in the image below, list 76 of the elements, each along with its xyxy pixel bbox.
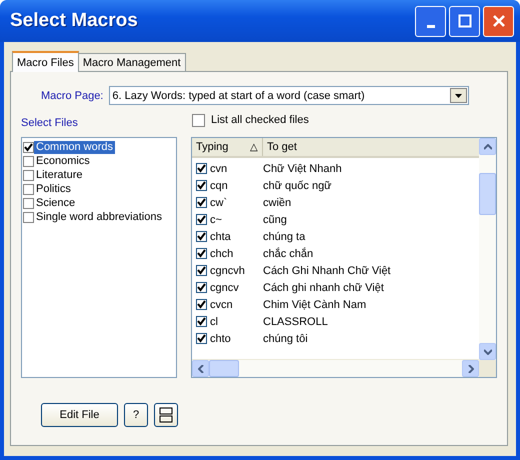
file-item[interactable]: Economics — [34, 154, 92, 168]
table-cell-text: c~ — [210, 214, 223, 226]
file-item[interactable]: Literature — [34, 168, 84, 182]
table-cell: CLASSROLL — [263, 316, 328, 328]
scroll-thumb[interactable] — [209, 360, 239, 377]
minimize-icon — [426, 24, 434, 28]
vertical-scrollbar[interactable] — [479, 138, 496, 377]
table-cell: cũng — [263, 214, 287, 226]
scroll-thumb[interactable] — [479, 173, 496, 215]
checkbox[interactable] — [23, 142, 34, 152]
table-cell: Cách ghi nhanh chữ Việt — [263, 282, 384, 294]
table-cell-text: cvn — [210, 162, 228, 174]
checkbox[interactable] — [196, 333, 207, 344]
tab[interactable]: Macro Management — [78, 53, 186, 71]
table-cell-text: cw` — [210, 196, 228, 208]
column-header[interactable]: Typing △ — [192, 138, 263, 156]
split-view-icon — [159, 407, 173, 423]
minimize-button[interactable] — [415, 6, 446, 36]
dropdown-arrow-icon — [455, 94, 462, 98]
column-header[interactable]: To get — [263, 138, 479, 156]
checkbox[interactable] — [196, 197, 207, 208]
scrollbar-corner — [479, 360, 496, 377]
scroll-up-button[interactable] — [479, 138, 496, 155]
layout-button[interactable] — [154, 403, 178, 427]
file-item[interactable]: Single word abbreviations — [34, 210, 164, 224]
table-cell: chúng ta — [263, 230, 306, 242]
table-cell: chắc chắn — [263, 248, 314, 260]
table-cell: chúng tôi — [263, 332, 308, 344]
checkbox[interactable] — [23, 198, 34, 208]
select-files-label: Select Files — [21, 117, 79, 129]
scroll-right-button[interactable] — [462, 360, 479, 377]
checkbox[interactable] — [23, 170, 34, 180]
maximize-icon — [458, 14, 472, 28]
checkbox[interactable] — [23, 184, 34, 194]
checkbox[interactable] — [196, 248, 207, 259]
help-button[interactable]: ? — [124, 403, 148, 427]
checkbox[interactable] — [23, 212, 34, 222]
checkbox[interactable] — [196, 214, 207, 225]
checkbox[interactable] — [196, 231, 207, 242]
checkbox[interactable] — [23, 156, 34, 166]
table-cell-text: chch — [210, 248, 234, 260]
file-item[interactable]: Common words — [34, 140, 116, 154]
checkbox[interactable] — [196, 180, 207, 191]
file-item[interactable]: Science — [34, 196, 78, 210]
tab[interactable]: Macro Files — [12, 51, 79, 72]
checkbox[interactable] — [196, 316, 207, 327]
table-cell-text: cgncv — [210, 282, 240, 294]
table-cell-text: cqn — [210, 180, 229, 192]
table-cell-text: cvcn — [210, 298, 234, 310]
macro-page-dropdown[interactable]: 6. Lazy Words: typed at start of a word (case smart) — [109, 86, 470, 105]
table-cell: cwiền — [263, 196, 292, 208]
edit-file-button[interactable]: Edit File — [41, 403, 118, 427]
close-icon — [492, 14, 506, 28]
sort-mark: △ — [250, 141, 258, 153]
checkbox-label: List all checked files — [211, 114, 309, 126]
checkbox[interactable] — [192, 114, 205, 126]
checkbox[interactable] — [196, 282, 207, 293]
horizontal-scrollbar[interactable] — [192, 359, 479, 377]
maximize-button[interactable] — [449, 6, 480, 36]
table-cell: Chữ Việt Nhanh — [263, 162, 342, 174]
checkbox[interactable] — [196, 265, 207, 276]
scroll-left-button[interactable] — [192, 360, 209, 377]
table-cell: Cách Ghi Nhanh Chữ Việt — [263, 264, 391, 276]
checkbox[interactable] — [196, 163, 207, 174]
table-cell-text: cgncvh — [210, 264, 246, 276]
table-cell-text: chta — [210, 230, 232, 242]
window-title: Select Macros — [10, 10, 138, 32]
file-item[interactable]: Politics — [34, 182, 73, 196]
table-cell-text: cl — [210, 316, 219, 328]
checkbox[interactable] — [196, 299, 207, 310]
table-cell-text: chto — [210, 332, 232, 344]
table-cell: chữ quốc ngữ — [263, 180, 332, 192]
scroll-down-button[interactable] — [479, 343, 496, 360]
macro-page-label: Macro Page: — [41, 90, 104, 102]
close-button[interactable] — [483, 6, 514, 36]
table-cell: Chim Việt Cành Nam — [263, 298, 366, 310]
